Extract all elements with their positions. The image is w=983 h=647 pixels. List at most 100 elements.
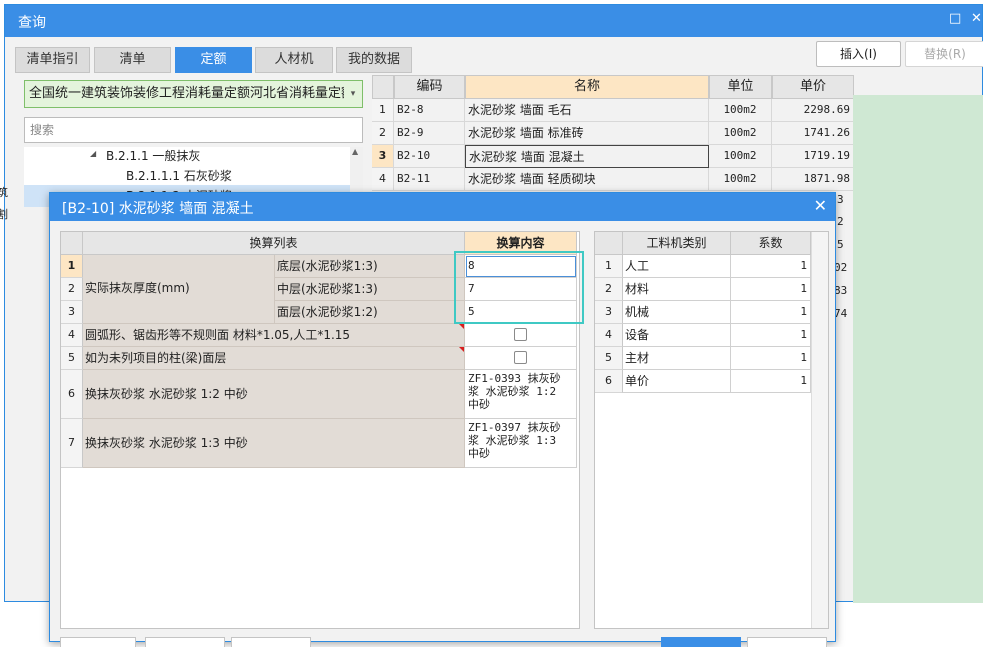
coef-labor-input[interactable]: 1	[731, 255, 811, 278]
category-main-material: 主材	[623, 347, 731, 370]
row-number: 4	[372, 168, 394, 191]
tab-labor-material[interactable]: 人材机	[255, 47, 333, 73]
coef-table-scrollbar[interactable]	[811, 232, 828, 628]
cell-unit[interactable]: 100m2	[709, 122, 772, 145]
conv-label-column-beam: 如为未列项目的柱(梁)面层	[83, 347, 465, 370]
tab-bill[interactable]: 清单	[94, 47, 171, 73]
conv-label-irregular-surface: 圆弧形、锯齿形等不规则面 材料*1.05,人工*1.15	[83, 324, 465, 347]
row-number: 4	[595, 324, 623, 347]
row-number: 5	[595, 347, 623, 370]
tree-node-lime-mortar[interactable]: B.2.1.1.1 石灰砂浆	[126, 167, 232, 184]
conversion-table: 换算列表 换算内容 1 2 3 实际抹灰厚度(mm) 底层(水泥砂浆1:3) 中…	[60, 231, 584, 629]
row-number: 7	[61, 419, 83, 468]
maximize-icon[interactable]: □	[949, 11, 961, 26]
cancel-button[interactable]	[747, 637, 827, 647]
dialog-button[interactable]	[60, 637, 136, 647]
quota-library-value: 全国统一建筑装饰装修工程消耗量定额河北省消耗量定额(2(	[29, 86, 363, 101]
tab-my-data[interactable]: 我的数据	[336, 47, 412, 73]
col-header-price[interactable]: 单价	[772, 75, 854, 99]
cell-code[interactable]: B2-10	[394, 145, 465, 168]
coefficient-table: 工料机类别 系数 1 人工 1 2 材料 1 3 机械 1 4 设备 1 5 主…	[594, 231, 829, 629]
category-machinery: 机械	[623, 301, 731, 324]
col-header-code[interactable]: 编码	[394, 75, 465, 99]
coef-equipment-input[interactable]: 1	[731, 324, 811, 347]
price-tail: 5	[837, 238, 844, 251]
replace-button[interactable]: 替换(R)	[905, 41, 983, 67]
col-header-name[interactable]: 名称	[465, 75, 709, 99]
cell-price[interactable]: 1741.26	[772, 122, 854, 145]
coef-machinery-input[interactable]: 1	[731, 301, 811, 324]
cell-price[interactable]: 2298.69	[772, 99, 854, 122]
row-number: 6	[595, 370, 623, 393]
search-input[interactable]	[24, 117, 363, 143]
conv-label-middle-layer: 中层(水泥砂浆1:3)	[275, 278, 465, 301]
modified-marker	[459, 324, 464, 329]
category-labor: 人工	[623, 255, 731, 278]
col-header-category: 工料机类别	[623, 232, 731, 255]
irregular-surface-cell	[465, 324, 577, 347]
detail-pane	[853, 95, 983, 603]
chevron-down-icon[interactable]: ▾	[344, 81, 362, 107]
row-number: 6	[61, 370, 83, 419]
coef-main-material-input[interactable]: 1	[731, 347, 811, 370]
conv-label-base-layer: 底层(水泥砂浆1:3)	[275, 255, 465, 278]
mortar-1-2-content[interactable]: ZF1-0393 抹灰砂 浆 水泥砂浆 1:2 中砂	[465, 370, 577, 419]
background-stub: 筑 割	[0, 184, 8, 344]
cell-name[interactable]: 水泥砂浆 墙面 毛石	[465, 99, 709, 122]
conv-label-surface-layer: 面层(水泥砂浆1:2)	[275, 301, 465, 324]
tree-expand-icon[interactable]: ◢	[90, 149, 96, 158]
conv-label-mortar-1-2: 换抹灰砂浆 水泥砂浆 1:2 中砂	[83, 370, 465, 419]
tab-quota[interactable]: 定额	[175, 47, 252, 73]
row-number: 3	[372, 145, 394, 168]
cell-name[interactable]: 水泥砂浆 墙面 标准砖	[465, 122, 709, 145]
coef-material-input[interactable]: 1	[731, 278, 811, 301]
dialog-button[interactable]	[231, 637, 311, 647]
tab-bill-guide[interactable]: 清单指引	[15, 47, 90, 73]
close-icon[interactable]: ✕	[814, 196, 827, 215]
close-icon[interactable]: ✕	[971, 11, 982, 26]
category-unit-price: 单价	[623, 370, 731, 393]
cell-name-selected[interactable]: 水泥砂浆 墙面 混凝土	[465, 145, 709, 168]
dialog-button[interactable]	[145, 637, 225, 647]
column-beam-cell	[465, 347, 577, 370]
cell-code[interactable]: B2-11	[394, 168, 465, 191]
row-number: 1	[595, 255, 623, 278]
col-header-coefficient: 系数	[731, 232, 811, 255]
confirm-button[interactable]	[661, 637, 741, 647]
cell-unit[interactable]: 100m2	[709, 168, 772, 191]
row-number: 2	[61, 278, 83, 301]
cell-code[interactable]: B2-9	[394, 122, 465, 145]
category-material: 材料	[623, 278, 731, 301]
cell-unit[interactable]: 100m2	[709, 99, 772, 122]
irregular-surface-checkbox[interactable]	[514, 328, 527, 341]
coef-table-corner	[595, 232, 623, 255]
coef-unit-price-input[interactable]: 1	[731, 370, 811, 393]
column-beam-checkbox[interactable]	[514, 351, 527, 364]
cell-code[interactable]: B2-8	[394, 99, 465, 122]
cell-price[interactable]: 1871.98	[772, 168, 854, 191]
row-number: 4	[61, 324, 83, 347]
query-window-title: 查询	[18, 15, 46, 31]
quota-library-select[interactable]: 全国统一建筑装饰装修工程消耗量定额河北省消耗量定额(2( ▾	[24, 80, 363, 108]
category-equipment: 设备	[623, 324, 731, 347]
price-tail: 2	[837, 215, 844, 228]
mortar-1-3-content[interactable]: ZF1-0397 抹灰砂 浆 水泥砂浆 1:3 中砂	[465, 419, 577, 468]
dialog-titlebar: [B2-10] 水泥砂浆 墙面 混凝土 ✕	[50, 193, 835, 221]
content-line: ZF1-0393 抹灰砂	[468, 372, 561, 385]
row-number: 1	[61, 255, 83, 278]
insert-button[interactable]: 插入(I)	[816, 41, 901, 67]
conversion-dialog: [B2-10] 水泥砂浆 墙面 混凝土 ✕ 换算列表 换算内容 1 2 3 实际…	[49, 192, 836, 647]
col-header-unit[interactable]: 单位	[709, 75, 772, 99]
cell-price[interactable]: 1719.19	[772, 145, 854, 168]
row-number: 3	[61, 301, 83, 324]
cell-unit[interactable]: 100m2	[709, 145, 772, 168]
group-label-plaster-thickness: 实际抹灰厚度(mm)	[83, 255, 275, 324]
content-line: 中砂	[468, 398, 490, 411]
stub-char: 筑	[0, 186, 8, 199]
cell-name[interactable]: 水泥砂浆 墙面 轻质砌块	[465, 168, 709, 191]
row-number: 2	[372, 122, 394, 145]
scroll-up-icon[interactable]: ▲	[352, 147, 358, 156]
content-line: 浆 水泥砂浆 1:2	[468, 385, 557, 398]
tree-node-general-plaster[interactable]: B.2.1.1 一般抹灰	[106, 147, 200, 164]
content-line: 中砂	[468, 447, 490, 460]
